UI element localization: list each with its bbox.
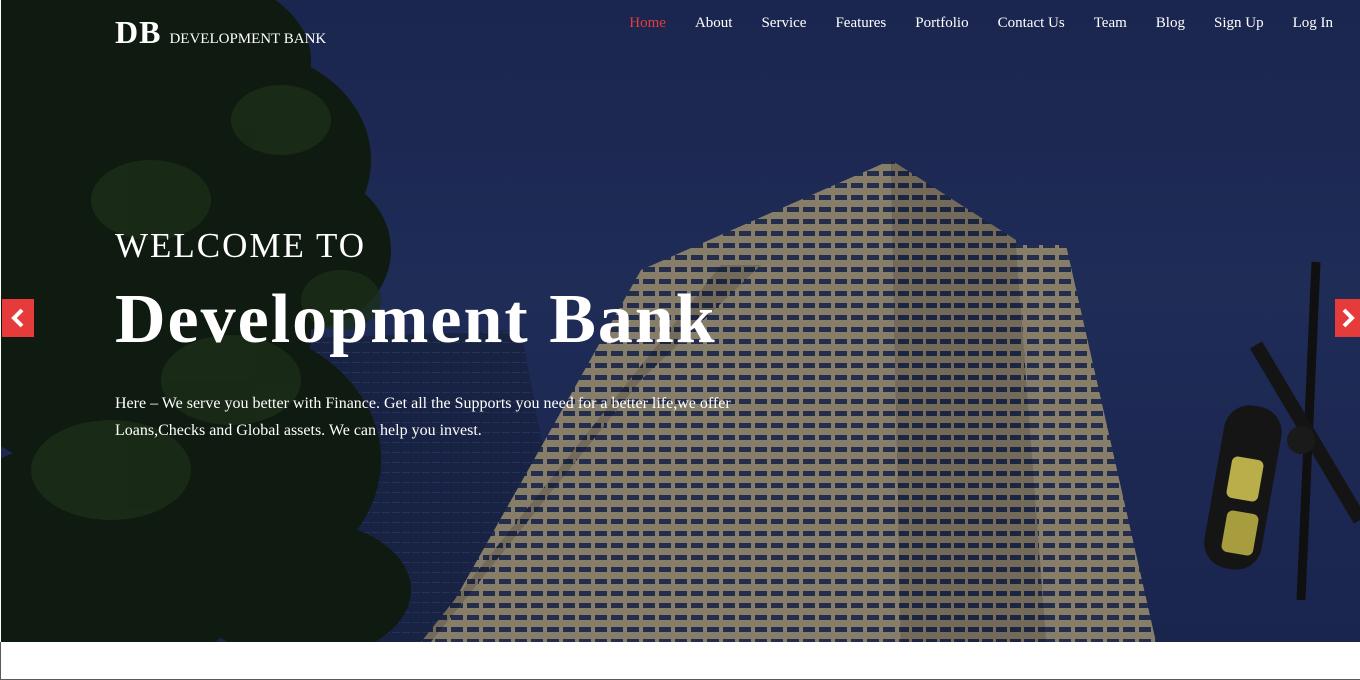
- chevron-left-icon: [10, 308, 26, 328]
- brand-logo[interactable]: DB DEVELOPMENT BANK: [115, 14, 326, 51]
- nav-item-contact-us[interactable]: Contact Us: [969, 14, 1065, 32]
- hero-caption: WELCOME TO Development Bank Here – We se…: [115, 224, 775, 444]
- nav-item-sign-up[interactable]: Sign Up: [1185, 14, 1264, 32]
- nav-item-service[interactable]: Service: [732, 14, 806, 32]
- carousel-next-button[interactable]: [1335, 299, 1360, 337]
- nav-item-home[interactable]: Home: [600, 14, 666, 32]
- hero-welcome: WELCOME TO: [115, 226, 367, 265]
- nav-item-team[interactable]: Team: [1065, 14, 1127, 32]
- nav-item-portfolio[interactable]: Portfolio: [886, 14, 968, 32]
- main-navigation: Home About Service Features Portfolio Co…: [600, 14, 1333, 32]
- brand-mark: DB: [115, 14, 162, 50]
- nav-item-features[interactable]: Features: [806, 14, 886, 32]
- hero-headline: Development Bank: [115, 281, 717, 358]
- hero-banner: DB DEVELOPMENT BANK Home About Service F…: [1, 0, 1360, 642]
- brand-name: DEVELOPMENT BANK: [169, 31, 327, 47]
- nav-item-blog[interactable]: Blog: [1127, 14, 1185, 32]
- carousel-prev-button[interactable]: [2, 299, 34, 337]
- hero-tagline: Here – We serve you better with Finance.…: [115, 395, 731, 439]
- nav-item-about[interactable]: About: [666, 14, 733, 32]
- nav-item-log-in[interactable]: Log In: [1264, 14, 1333, 32]
- page-content-area: [0, 642, 1360, 680]
- chevron-right-icon: [1340, 308, 1356, 328]
